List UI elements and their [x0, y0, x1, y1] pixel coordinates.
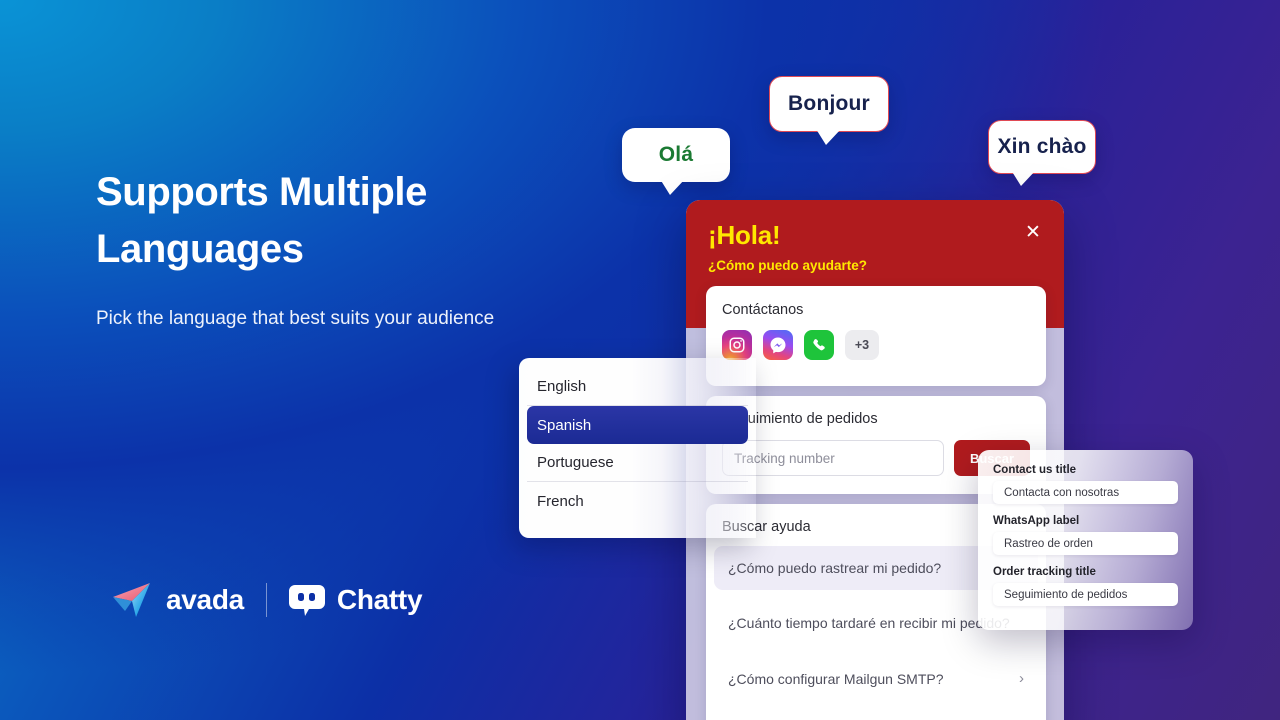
contact-us-title: Contáctanos: [722, 302, 804, 318]
messenger-icon[interactable]: [763, 330, 793, 360]
bubble-tail-icon: [660, 179, 685, 195]
order-tracking-title: Seguimiento de pedidos: [722, 411, 878, 427]
chatty-brand: Chatty: [288, 583, 423, 617]
speech-bubble-french: Bonjour: [769, 76, 889, 145]
language-option-label: Spanish: [537, 416, 592, 434]
close-icon[interactable]: ✕: [1022, 222, 1044, 244]
language-option-label: Portuguese: [537, 454, 614, 471]
language-option-spanish[interactable]: Spanish: [527, 406, 748, 444]
contact-us-title-field[interactable]: Contacta con nosotras: [993, 481, 1178, 504]
instagram-icon[interactable]: [722, 330, 752, 360]
avada-wordmark: avada: [166, 584, 244, 615]
speech-bubble-text: Xin chào: [997, 135, 1087, 158]
avada-brand: avada: [112, 580, 244, 620]
social-channel-list: +3: [722, 330, 1030, 360]
promo-banner: Supports Multiple Languages Pick the lan…: [0, 0, 1280, 720]
more-channels-badge[interactable]: +3: [845, 330, 879, 360]
contact-us-card: Contáctanos +3: [706, 286, 1046, 386]
speech-bubble-text: Bonjour: [788, 92, 870, 115]
translation-settings-panel: Contact us title Contacta con nosotras W…: [978, 450, 1193, 630]
speech-bubble-vietnamese: Xin chào: [988, 120, 1096, 186]
brand-lockup: avada Chatty: [112, 580, 423, 620]
language-option-label: English: [537, 378, 587, 395]
contact-us-title-label: Contact us title: [993, 464, 1077, 476]
speech-bubble-portuguese: Olá: [622, 128, 730, 195]
faq-item[interactable]: ¿Cómo configurar Mailgun SMTP? ›: [714, 656, 1038, 701]
whatsapp-label-label: WhatsApp label: [993, 515, 1080, 527]
speech-bubble-text: Olá: [658, 143, 694, 166]
page-title: Supports Multiple Languages: [96, 170, 427, 271]
chat-greeting: ¡Hola!: [708, 220, 781, 250]
order-tracking-title-label: Order tracking title: [993, 566, 1096, 578]
faq-question: ¿Cuánto tiempo tardaré en recibir mi ped…: [728, 615, 1010, 631]
avada-logo-icon: [113, 583, 150, 617]
language-option-english[interactable]: English: [527, 368, 748, 406]
language-option-portuguese[interactable]: Portuguese: [527, 444, 748, 482]
phone-icon[interactable]: [804, 330, 834, 360]
language-option-label: French: [537, 492, 584, 510]
faq-question: ¿Cómo configurar Mailgun SMTP?: [728, 670, 944, 687]
chat-subtitle: ¿Cómo puedo ayudarte?: [708, 258, 868, 273]
language-option-french[interactable]: French: [527, 482, 748, 520]
faq-question: ¿Cómo puedo rastrear mi pedido?: [728, 560, 942, 576]
bubble-tail-icon: [1011, 170, 1036, 186]
chevron-right-icon: ›: [1019, 670, 1024, 687]
language-dropdown[interactable]: English Spanish Portuguese French: [519, 358, 756, 538]
page-subtitle: Pick the language that best suits your a…: [96, 308, 495, 329]
whatsapp-label-field[interactable]: Rastreo de orden: [993, 532, 1178, 555]
bubble-tail-icon: [816, 129, 841, 145]
brand-divider: [265, 583, 267, 617]
chatty-logo-icon: [288, 585, 325, 616]
order-tracking-title-field[interactable]: Seguimiento de pedidos: [993, 583, 1178, 606]
chatty-wordmark: Chatty: [336, 584, 423, 615]
